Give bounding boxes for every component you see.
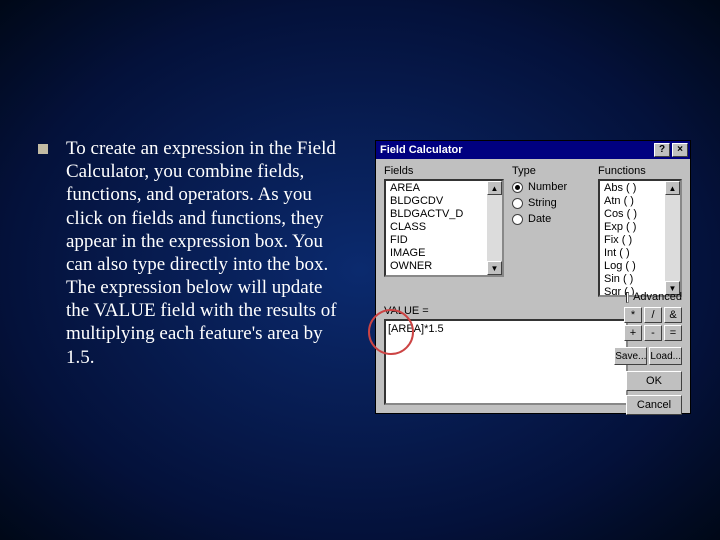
- radio-string[interactable]: String: [512, 197, 590, 209]
- load-button[interactable]: Load...: [649, 347, 682, 365]
- bullet-icon: [38, 144, 48, 154]
- list-item[interactable]: FID: [388, 234, 486, 247]
- operator-button[interactable]: *: [624, 307, 642, 323]
- dialog-body: Fields AREABLDGCDVBLDGACTV_DCLASSFIDIMAG…: [376, 159, 690, 413]
- list-item[interactable]: Exp ( ): [602, 221, 664, 234]
- list-item[interactable]: Int ( ): [602, 247, 664, 260]
- advanced-checkbox[interactable]: Advanced: [626, 291, 682, 303]
- operator-button[interactable]: +: [624, 325, 642, 341]
- operator-button[interactable]: -: [644, 325, 662, 341]
- bullet-text: To create an expression in the Field Cal…: [66, 137, 346, 369]
- bullet-block: To create an expression in the Field Cal…: [38, 137, 358, 369]
- scrollbar[interactable]: ▲ ▼: [487, 181, 502, 275]
- list-item[interactable]: BLDGACTV_D: [388, 208, 486, 221]
- operator-button[interactable]: /: [644, 307, 662, 323]
- list-item[interactable]: IMAGE: [388, 247, 486, 260]
- radio-icon: [512, 214, 523, 225]
- fields-label: Fields: [384, 165, 504, 177]
- operator-button[interactable]: =: [664, 325, 682, 341]
- cancel-button[interactable]: Cancel: [626, 395, 682, 415]
- list-item[interactable]: Abs ( ): [602, 182, 664, 195]
- functions-listbox[interactable]: Abs ( )Atn ( )Cos ( )Exp ( )Fix ( )Int (…: [598, 179, 682, 297]
- scroll-up-icon[interactable]: ▲: [665, 181, 680, 195]
- list-item[interactable]: OWNER: [388, 260, 486, 273]
- list-item[interactable]: AREA: [388, 182, 486, 195]
- list-item[interactable]: BLDGCDV: [388, 195, 486, 208]
- radio-icon: [512, 198, 523, 209]
- titlebar[interactable]: Field Calculator ? ×: [376, 141, 690, 159]
- list-item[interactable]: Fix ( ): [602, 234, 664, 247]
- list-item[interactable]: CLASS: [388, 221, 486, 234]
- radio-number[interactable]: Number: [512, 181, 590, 193]
- radio-icon: [512, 182, 523, 193]
- list-item[interactable]: Atn ( ): [602, 195, 664, 208]
- dialog-title: Field Calculator: [380, 144, 652, 156]
- ok-button[interactable]: OK: [626, 371, 682, 391]
- field-calculator-dialog: Field Calculator ? × Fields AREABLDGCDVB…: [375, 140, 691, 414]
- operator-button[interactable]: &: [664, 307, 682, 323]
- radio-date[interactable]: Date: [512, 213, 590, 225]
- fields-listbox[interactable]: AREABLDGCDVBLDGACTV_DCLASSFIDIMAGEOWNER …: [384, 179, 504, 277]
- checkbox-icon: [626, 292, 629, 303]
- close-button[interactable]: ×: [672, 143, 688, 157]
- list-item[interactable]: Log ( ): [602, 260, 664, 273]
- list-item[interactable]: Cos ( ): [602, 208, 664, 221]
- scroll-down-icon[interactable]: ▼: [487, 261, 502, 275]
- scroll-up-icon[interactable]: ▲: [487, 181, 502, 195]
- help-button[interactable]: ?: [654, 143, 670, 157]
- slide: To create an expression in the Field Cal…: [0, 0, 720, 540]
- scrollbar[interactable]: ▲ ▼: [665, 181, 680, 295]
- list-item[interactable]: Sin ( ): [602, 273, 664, 286]
- expression-input[interactable]: [AREA]*1.5: [384, 319, 628, 405]
- type-label: Type: [512, 165, 590, 177]
- save-button[interactable]: Save...: [614, 347, 647, 365]
- functions-label: Functions: [598, 165, 682, 177]
